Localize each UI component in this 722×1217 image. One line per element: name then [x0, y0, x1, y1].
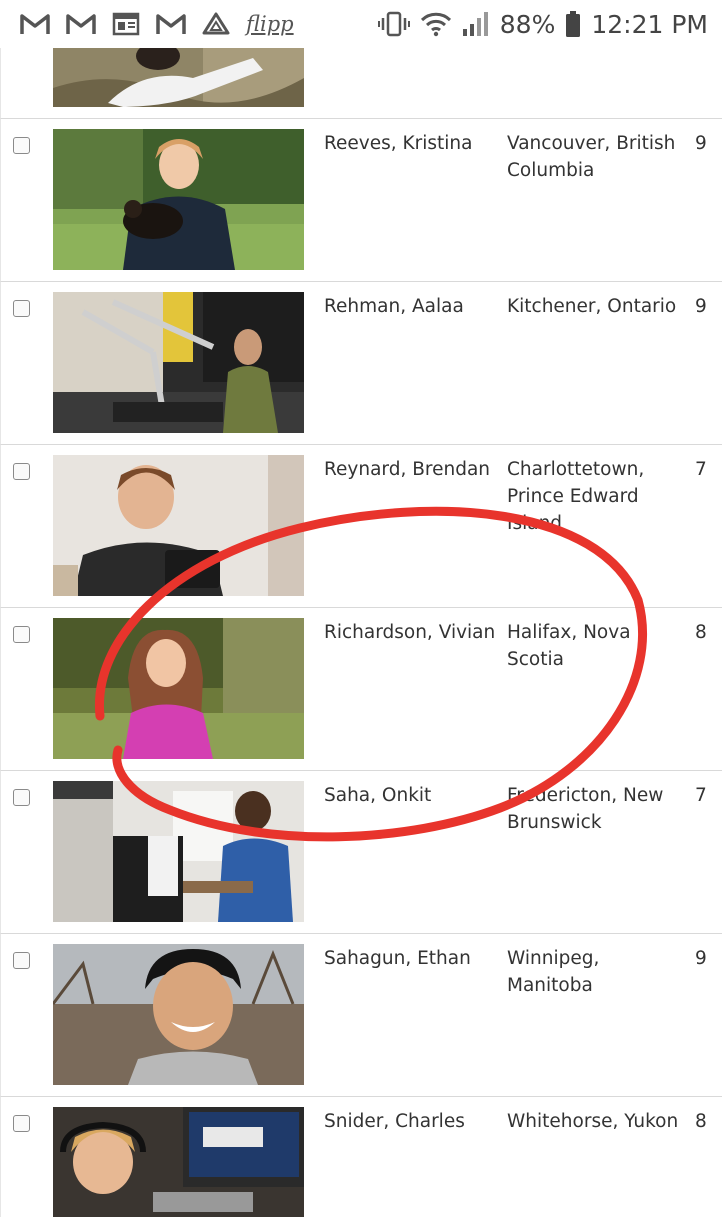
student-photo [53, 1107, 304, 1217]
wifi-icon [420, 10, 452, 38]
system-status: 88% 12:21 PM [377, 8, 708, 40]
gmail-icon [20, 10, 50, 38]
student-name: Richardson, Vivian [324, 622, 496, 643]
drive-icon [202, 10, 230, 38]
row-checkbox[interactable] [13, 626, 30, 643]
row-checkbox[interactable] [13, 1115, 30, 1132]
student-grade: 7 [695, 459, 707, 480]
table-row: Sahagun, Ethan Winnipeg, Manitoba 9 [0, 934, 722, 1097]
student-grade: 7 [695, 785, 707, 806]
student-city: Fredericton, New Brunswick [507, 785, 664, 833]
row-checkbox[interactable] [13, 463, 30, 480]
student-city: Whitehorse, Yukon [507, 1111, 679, 1132]
student-photo [53, 944, 304, 1085]
flipp-icon: flipp [246, 12, 294, 36]
signal-icon [462, 10, 490, 38]
gmail-icon [156, 10, 186, 38]
student-name: Snider, Charles [324, 1111, 465, 1132]
student-name: Rehman, Aalaa [324, 296, 464, 317]
table-row: Richardson, Vivian Halifax, Nova Scotia … [0, 608, 722, 771]
student-photo [53, 129, 304, 270]
battery-icon [565, 10, 581, 38]
student-city: Charlottetown, Prince Edward Island [507, 459, 645, 534]
student-name: Reynard, Brendan [324, 459, 491, 480]
student-grade: 8 [695, 1111, 707, 1132]
student-photo [53, 618, 304, 759]
table-row: Rehman, Aalaa Kitchener, Ontario 9 [0, 282, 722, 445]
row-checkbox[interactable] [13, 300, 30, 317]
student-name: Reeves, Kristina [324, 133, 473, 154]
student-grade: 8 [695, 622, 707, 643]
student-photo [53, 48, 304, 107]
student-city: Kitchener, Ontario [507, 296, 677, 317]
battery-percent: 88% [499, 9, 556, 39]
student-city: Vancouver, British Columbia [507, 133, 676, 181]
student-grade: 9 [695, 133, 707, 154]
student-city: Winnipeg, Manitoba [507, 948, 600, 996]
student-photo [53, 292, 304, 433]
student-city: Halifax, Nova Scotia [507, 622, 631, 670]
table-row: Reynard, Brendan Charlottetown, Prince E… [0, 445, 722, 608]
table-row [0, 48, 722, 119]
student-photo [53, 455, 304, 596]
clock: 12:21 PM [591, 9, 708, 39]
status-bar: flipp 88% 12:21 PM [0, 0, 722, 48]
table-row: Saha, Onkit Fredericton, New Brunswick 7 [0, 771, 722, 934]
student-name: Sahagun, Ethan [324, 948, 471, 969]
student-name: Saha, Onkit [324, 785, 432, 806]
vibrate-icon [377, 10, 410, 38]
row-checkbox[interactable] [13, 789, 30, 806]
notification-icons: flipp [20, 10, 294, 38]
student-photo [53, 781, 304, 922]
table-row: Reeves, Kristina Vancouver, British Colu… [0, 119, 722, 282]
table-row: Snider, Charles Whitehorse, Yukon 8 [0, 1097, 722, 1217]
student-grade: 9 [695, 948, 707, 969]
row-checkbox[interactable] [13, 952, 30, 969]
gmail-icon [66, 10, 96, 38]
row-checkbox[interactable] [13, 137, 30, 154]
newspaper-icon [112, 10, 140, 38]
student-grade: 9 [695, 296, 707, 317]
